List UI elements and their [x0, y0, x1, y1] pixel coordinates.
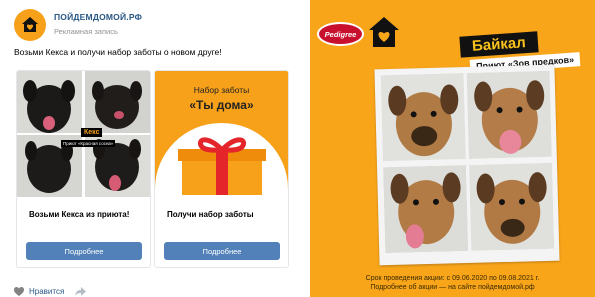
- pedigree-ad-banner: Pedigree Байкал Приют «Зов предков» Срок…: [310, 0, 595, 297]
- like-button[interactable]: Нравится: [14, 287, 87, 296]
- dog-photo-grid: Кекс Приют «Красная сосна»: [17, 71, 150, 197]
- card-more-button[interactable]: Подробнее: [26, 242, 142, 260]
- pedigree-logo: Pedigree: [317, 22, 364, 46]
- house-heart-icon: [369, 17, 399, 47]
- share-icon[interactable]: [75, 287, 87, 296]
- carousel-card-gift[interactable]: Набор заботы «Ты дома» Получи набор забо…: [154, 70, 289, 268]
- vk-ad-post: ПОЙДЕМДОМОЙ.РФ Рекламная запись Возьми К…: [0, 0, 302, 297]
- dog-photo: [468, 162, 555, 251]
- photo-booth-strip: [374, 64, 560, 266]
- dog-name-tag: Кекс: [81, 128, 103, 137]
- post-text: Возьми Кекса и получи набор заботы о нов…: [14, 47, 222, 57]
- community-name-link[interactable]: ПОЙДЕМДОМОЙ.РФ: [54, 12, 142, 22]
- card-title: Возьми Кекса из приюта!: [29, 210, 130, 219]
- dog-photo: [466, 70, 552, 159]
- promo-terms-line1: Срок проведения акции: с 09.06.2020 по 0…: [365, 275, 540, 282]
- shelter-name-tag: Приют «Красная сосна»: [61, 140, 116, 147]
- heart-icon: [14, 287, 24, 296]
- gift-heading-line1: Набор заботы: [193, 85, 250, 95]
- house-heart-icon: [22, 17, 38, 32]
- dog-name-banner: Байкал: [459, 31, 539, 58]
- promo-terms-line2: Подробнее об акции — на сайте пойдемдомо…: [370, 284, 535, 291]
- community-avatar[interactable]: [14, 9, 46, 41]
- dog-photo: [383, 165, 469, 254]
- carousel-card-adopt[interactable]: Кекс Приют «Красная сосна» Возьми Кекса …: [16, 70, 151, 268]
- dog-photo: [380, 73, 466, 162]
- screen: ПОЙДЕМДОМОЙ.РФ Рекламная запись Возьми К…: [0, 0, 595, 297]
- promo-terms: Срок проведения акции: с 09.06.2020 по 0…: [310, 274, 595, 292]
- like-label: Нравится: [29, 287, 65, 296]
- sponsored-label: Рекламная запись: [54, 27, 118, 36]
- gift-box-icon: [178, 137, 266, 195]
- card-title: Получи набор заботы: [167, 210, 254, 219]
- card-more-button[interactable]: Подробнее: [164, 242, 280, 260]
- gift-banner: Набор заботы «Ты дома»: [155, 71, 288, 267]
- gift-heading-line2: «Ты дома»: [189, 98, 254, 112]
